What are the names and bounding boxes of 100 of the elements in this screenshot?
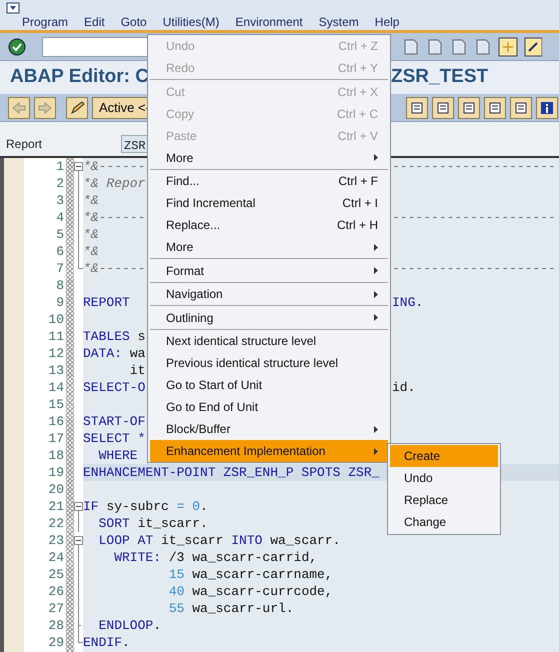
code-text: ENDIF. <box>83 635 130 650</box>
code-text: 40 wa_scarr-currcode, <box>168 584 333 599</box>
line-number: 17 <box>47 430 65 447</box>
code-text: *& Repor <box>83 176 146 191</box>
shortcut-text: Ctrl + V <box>338 128 378 144</box>
code-text: 15 wa_scarr-carrname, <box>168 567 333 582</box>
check-icon[interactable] <box>8 38 26 56</box>
menu-item[interactable]: Block/Buffer <box>150 418 388 440</box>
code-text: 55 wa_scarr-url. <box>168 601 294 616</box>
code-text: SELECT-O <box>83 380 146 395</box>
menu-item[interactable]: Help <box>374 13 400 31</box>
line-number: 26 <box>47 583 65 600</box>
menu-item[interactable]: Find... Ctrl + F <box>150 170 388 192</box>
menu-item[interactable]: System <box>318 13 359 31</box>
line-number: 6 <box>55 243 65 260</box>
menu-item[interactable]: Go to End of Unit <box>150 396 388 418</box>
back-button[interactable] <box>8 96 30 118</box>
code-text: DATA: wa <box>83 346 146 361</box>
shortcut-text: Ctrl + F <box>338 173 378 190</box>
menu-item[interactable]: Enhancement Implementation <box>150 440 388 462</box>
line-number: 20 <box>47 481 65 498</box>
menu-item[interactable]: Create <box>390 445 498 467</box>
code-text: TABLES s <box>83 329 146 344</box>
code-text: *&------ <box>83 261 146 276</box>
code-text: ENHANCEMENT-POINT ZSR_ENH_P SPOTS ZSR_ <box>83 465 380 480</box>
menu-item[interactable]: Program <box>22 13 68 31</box>
line-number: 3 <box>55 192 65 209</box>
code-text: IF sy-subrc = 0. <box>83 499 208 514</box>
menu-item[interactable]: Navigation <box>150 283 388 305</box>
code-text: --------------------- <box>392 209 556 226</box>
code-text: REPORT <box>83 295 130 310</box>
line-number: 8 <box>55 277 65 294</box>
menu-item[interactable]: Change <box>390 511 498 533</box>
line-number: 1 <box>55 158 65 175</box>
right-arrow-icon <box>38 102 52 114</box>
shortcut-text: Ctrl + I <box>342 195 378 212</box>
line-number: 16 <box>47 413 65 430</box>
line-number: 2 <box>55 175 65 192</box>
document-icon[interactable] <box>450 38 468 56</box>
menu-item[interactable]: More <box>150 236 388 258</box>
menu-item[interactable]: Goto <box>120 13 147 31</box>
code-text: LOOP AT it_scarr INTO wa_scarr. <box>98 533 340 548</box>
toolbar-button[interactable] <box>432 96 454 118</box>
document-icon <box>436 100 450 114</box>
toolbar-button[interactable] <box>484 96 506 118</box>
toolbar-button[interactable] <box>510 96 532 118</box>
line-number: 18 <box>47 447 65 464</box>
menu-item[interactable]: Format <box>150 260 388 282</box>
code-text: SELECT * <box>83 431 146 446</box>
line-number: 9 <box>55 294 65 311</box>
shortcut-text: Ctrl + X <box>338 84 378 100</box>
shortcut-text: Ctrl + H <box>336 217 378 234</box>
document-icon[interactable] <box>402 38 420 56</box>
shortcut-text: Ctrl + C <box>336 106 378 122</box>
menu-item[interactable]: Outlining <box>150 306 388 328</box>
code-text: WHERE <box>98 448 138 463</box>
document-icon <box>488 100 502 114</box>
menu-item[interactable]: Replace <box>390 489 498 511</box>
menu-item[interactable]: Next identical structure level <box>150 330 388 352</box>
menu-item[interactable]: Find Incremental Ctrl + I <box>150 192 388 214</box>
toolbar-button[interactable] <box>458 96 480 118</box>
code-text: WRITE: /3 wa_scarr-carrid, <box>113 550 318 565</box>
line-number: 7 <box>55 260 65 277</box>
code-text: *& <box>83 193 99 208</box>
toolbar-button[interactable] <box>406 96 428 118</box>
line-number: 4 <box>55 209 65 226</box>
line-number: 19 <box>47 464 65 481</box>
line-number: 15 <box>47 396 65 413</box>
line-number: 11 <box>47 328 65 345</box>
menu-item[interactable]: Edit <box>84 13 105 31</box>
info-button[interactable] <box>536 96 558 118</box>
left-arrow-icon <box>12 102 26 114</box>
code-text: it <box>128 363 146 378</box>
menu-item[interactable]: Replace... Ctrl + H <box>150 214 388 236</box>
line-number: 28 <box>47 617 65 634</box>
line-number: 22 <box>47 515 65 532</box>
menu-item[interactable]: Environment <box>235 13 303 31</box>
code-text: *& <box>83 244 99 259</box>
code-text: START-OF <box>83 414 146 429</box>
window-menu-icon[interactable] <box>6 2 20 14</box>
shortcut-text: Ctrl + Z <box>338 38 378 55</box>
line-number: 13 <box>47 362 65 379</box>
menu-item[interactable]: Go to Start of Unit <box>150 374 388 396</box>
menu-item[interactable]: Previous identical structure level <box>150 352 388 374</box>
menu-item[interactable]: Utilities(M) <box>162 13 220 31</box>
code-text: --------------------- <box>392 260 556 277</box>
document-icon[interactable] <box>474 38 492 56</box>
menu-item[interactable]: Undo <box>390 467 498 489</box>
line-number: 29 <box>47 634 65 651</box>
edit-button[interactable] <box>66 96 88 118</box>
line-number: 24 <box>47 549 65 566</box>
line-number: 10 <box>47 311 65 328</box>
line-number: 21 <box>47 498 65 515</box>
code-text: --------------------- <box>392 158 556 175</box>
code-text: id. <box>392 379 416 396</box>
document-icon[interactable] <box>426 38 444 56</box>
forward-button[interactable] <box>34 96 56 118</box>
document-icon <box>462 100 476 114</box>
shortcut-text: Ctrl + Y <box>338 60 378 77</box>
document-icon <box>514 100 528 114</box>
